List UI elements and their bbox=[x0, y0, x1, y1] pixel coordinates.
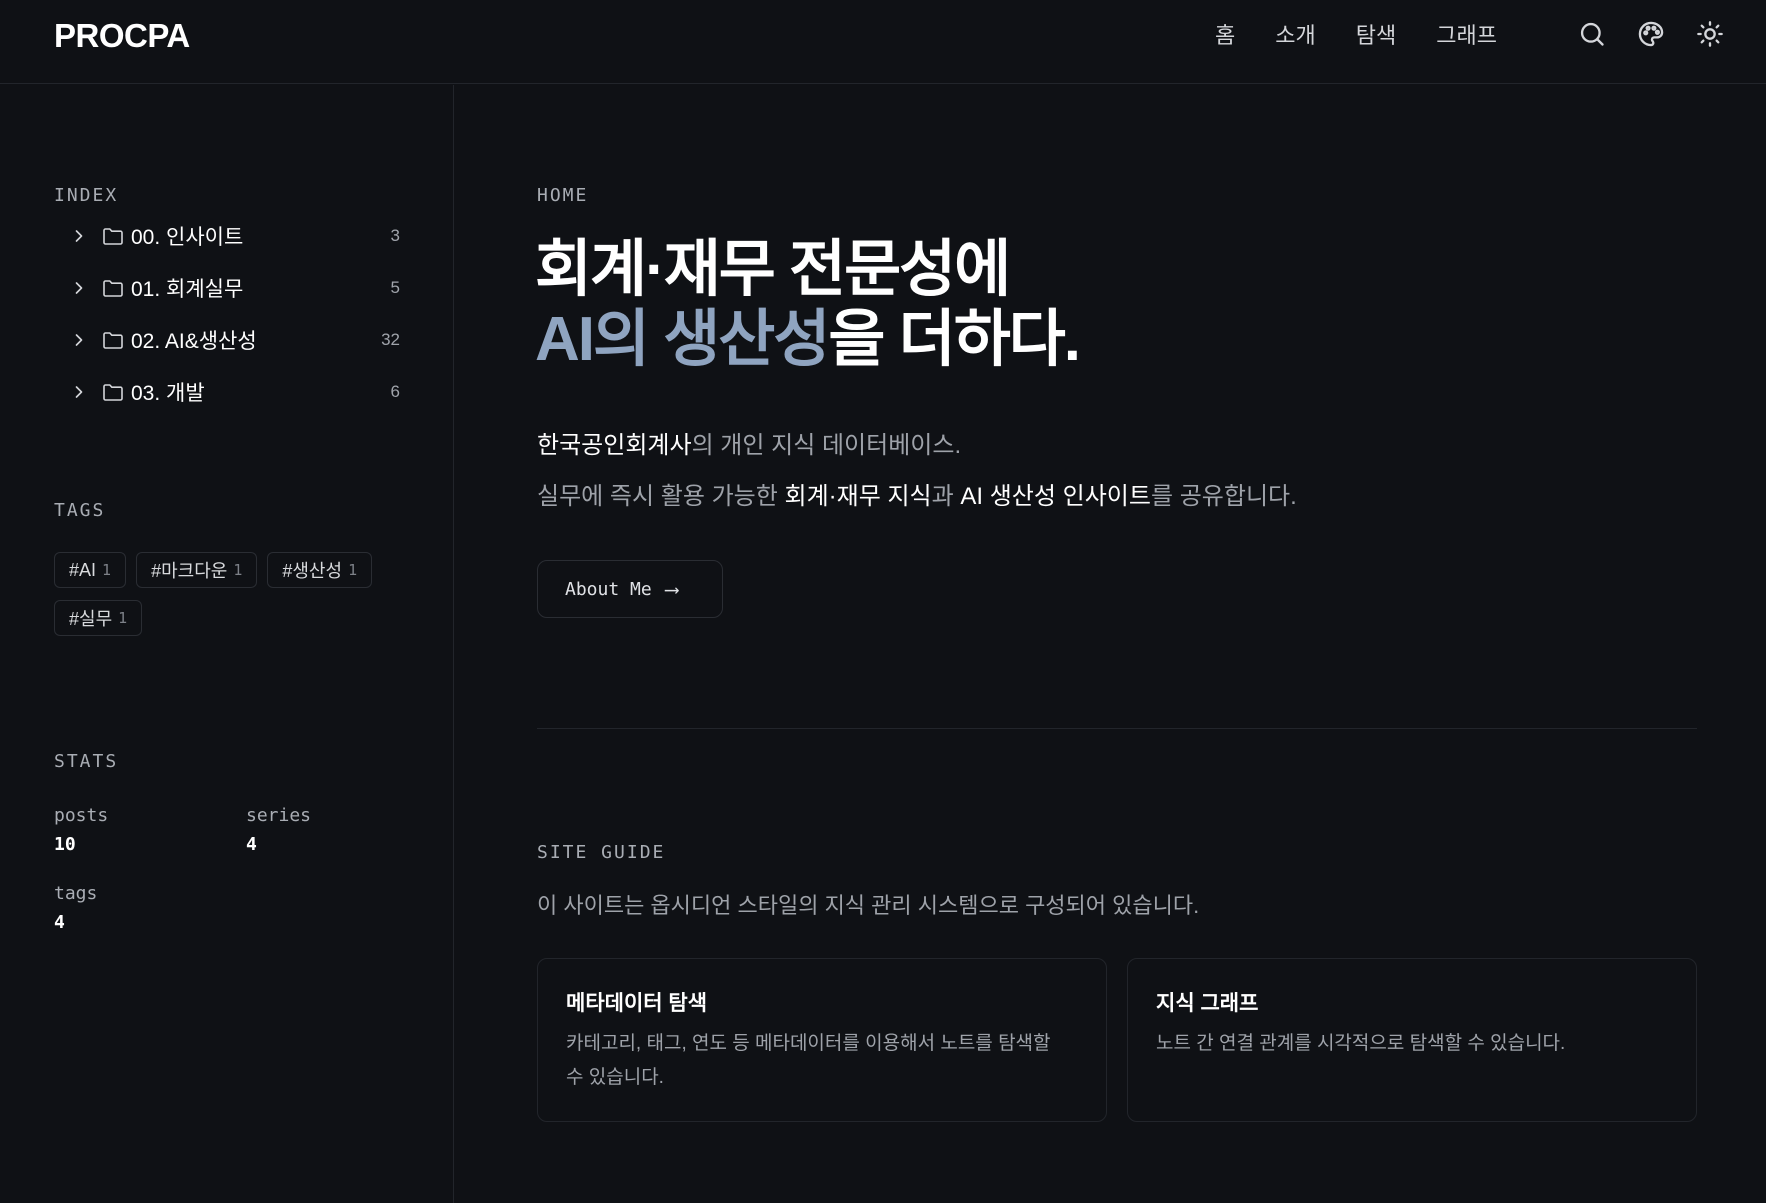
folder-name: 02. AI&생산성 bbox=[131, 330, 257, 353]
folder-icon bbox=[101, 224, 125, 248]
stats-label: STATS bbox=[54, 751, 119, 772]
hero-title: 회계·재무 전문성에 AI의 생산성을 더하다. bbox=[535, 235, 1081, 375]
search-icon[interactable] bbox=[1578, 20, 1606, 48]
folder-item[interactable]: 02. AI&생산성 32 bbox=[54, 314, 400, 366]
tag-name: #실무 bbox=[69, 609, 113, 629]
chevron-right-icon[interactable] bbox=[69, 278, 89, 298]
lead-text: 과 bbox=[931, 483, 961, 510]
site-guide-label: SITE GUIDE bbox=[537, 842, 666, 863]
folder-name: 00. 인사이트 bbox=[131, 226, 244, 249]
stat-label: series bbox=[246, 805, 312, 826]
tag-count: 1 bbox=[118, 609, 128, 627]
tag-name: #마크다운 bbox=[151, 561, 228, 581]
folder-name: 03. 개발 bbox=[131, 382, 205, 405]
guide-card-graph[interactable]: 지식 그래프 노트 간 연결 관계를 시각적으로 탐색할 수 있습니다. bbox=[1127, 958, 1697, 1122]
chevron-right-icon[interactable] bbox=[69, 382, 89, 402]
card-description: 노트 간 연결 관계를 시각적으로 탐색할 수 있습니다. bbox=[1156, 1033, 1566, 1054]
stat-posts: posts 10 bbox=[54, 805, 108, 855]
lead-strong: 회계·재무 지식 bbox=[784, 483, 932, 510]
tag-chip[interactable]: #마크다운 1 bbox=[136, 552, 258, 588]
tag-chip[interactable]: #AI 1 bbox=[54, 552, 127, 588]
lead-text: 를 공유합니다. bbox=[1150, 483, 1297, 510]
folder-count: 32 bbox=[381, 330, 400, 349]
theme-toggle-icon[interactable] bbox=[1696, 20, 1724, 48]
folder-item[interactable]: 03. 개발 6 bbox=[54, 366, 400, 418]
folder-item[interactable]: 00. 인사이트 3 bbox=[54, 210, 400, 262]
main-content: HOME 회계·재무 전문성에 AI의 생산성을 더하다. 한국공인회계사의 개… bbox=[455, 85, 1766, 1203]
folder-icon bbox=[101, 380, 125, 404]
tag-count: 1 bbox=[102, 561, 112, 579]
arrow-right-icon: ⟶ bbox=[665, 577, 678, 601]
lead-text: 실무에 즉시 활용 가능한 bbox=[537, 483, 785, 510]
folder-count: 6 bbox=[390, 382, 400, 401]
hero-line-1: 회계·재무 전문성에 bbox=[535, 235, 1011, 304]
card-title: 지식 그래프 bbox=[1156, 992, 1259, 1015]
tag-chip[interactable]: #실무 1 bbox=[54, 600, 143, 636]
hero-lead: 한국공인회계사의 개인 지식 데이터베이스. 실무에 즉시 활용 가능한 회계·… bbox=[537, 420, 1297, 522]
nav-graph[interactable]: 그래프 bbox=[1436, 18, 1497, 50]
stat-value: 4 bbox=[54, 912, 65, 933]
about-me-button[interactable]: About Me ⟶ bbox=[537, 560, 723, 618]
tag-count: 1 bbox=[233, 561, 243, 579]
lead-line-1: 한국공인회계사의 개인 지식 데이터베이스. bbox=[537, 420, 1297, 471]
folder-count: 3 bbox=[390, 226, 400, 245]
index-label: INDEX bbox=[54, 185, 119, 206]
chevron-right-icon[interactable] bbox=[69, 330, 89, 350]
lead-text: 의 개인 지식 데이터베이스. bbox=[691, 432, 962, 459]
folder-icon bbox=[101, 276, 125, 300]
nav-explore[interactable]: 탐색 bbox=[1356, 18, 1396, 50]
card-description: 카테고리, 태그, 연도 등 메타데이터를 이용해서 노트를 탐색할 수 있습니… bbox=[566, 1033, 1051, 1088]
hero-accent: AI의 생산성 bbox=[535, 305, 830, 374]
nav-about[interactable]: 소개 bbox=[1275, 18, 1315, 50]
folder-name: 01. 회계실무 bbox=[131, 278, 244, 301]
card-title: 메타데이터 탐색 bbox=[566, 992, 708, 1015]
nav-home[interactable]: 홈 bbox=[1215, 18, 1235, 50]
tags-label: TAGS bbox=[54, 500, 106, 521]
lead-strong: 한국공인회계사 bbox=[537, 432, 692, 459]
main-nav: 홈 소개 탐색 그래프 bbox=[1215, 18, 1497, 50]
tag-count: 1 bbox=[348, 561, 358, 579]
stat-value: 4 bbox=[246, 834, 257, 855]
palette-icon[interactable] bbox=[1637, 20, 1665, 48]
sidebar: INDEX 00. 인사이트 3 01. 회계실무 5 02. AI&생산성 3… bbox=[0, 85, 454, 1203]
site-guide-description: 이 사이트는 옵시디언 스타일의 지식 관리 시스템으로 구성되어 있습니다. bbox=[537, 893, 1200, 918]
tag-name: #생산성 bbox=[282, 561, 343, 581]
chevron-right-icon[interactable] bbox=[69, 226, 89, 246]
section-divider bbox=[537, 728, 1697, 729]
guide-card-metadata[interactable]: 메타데이터 탐색 카테고리, 태그, 연도 등 메타데이터를 이용해서 노트를 … bbox=[537, 958, 1107, 1122]
hero-tail: 을 더하다. bbox=[828, 305, 1081, 374]
stat-tags: tags 4 bbox=[54, 883, 97, 933]
folder-count: 5 bbox=[390, 278, 400, 297]
tag-name: #AI bbox=[69, 559, 97, 580]
index-tree: 00. 인사이트 3 01. 회계실무 5 02. AI&생산성 32 03. … bbox=[54, 210, 400, 418]
breadcrumb: HOME bbox=[537, 185, 589, 206]
stat-label: posts bbox=[54, 805, 109, 826]
lead-line-2: 실무에 즉시 활용 가능한 회계·재무 지식과 AI 생산성 인사이트를 공유합… bbox=[537, 471, 1297, 522]
tag-list: #AI 1 #마크다운 1 #생산성 1 #실무 1 bbox=[54, 552, 404, 636]
stat-label: tags bbox=[54, 883, 98, 904]
lead-strong: AI 생산성 인사이트 bbox=[960, 483, 1151, 510]
site-logo[interactable]: PROCPA bbox=[54, 17, 190, 55]
site-header: PROCPA 홈 소개 탐색 그래프 bbox=[0, 0, 1766, 84]
stat-value: 10 bbox=[54, 834, 76, 855]
tag-chip[interactable]: #생산성 1 bbox=[267, 552, 373, 588]
about-me-label: About Me bbox=[565, 578, 652, 600]
folder-icon bbox=[101, 328, 125, 352]
header-actions bbox=[1578, 20, 1724, 48]
folder-item[interactable]: 01. 회계실무 5 bbox=[54, 262, 400, 314]
stat-series: series 4 bbox=[246, 805, 311, 855]
